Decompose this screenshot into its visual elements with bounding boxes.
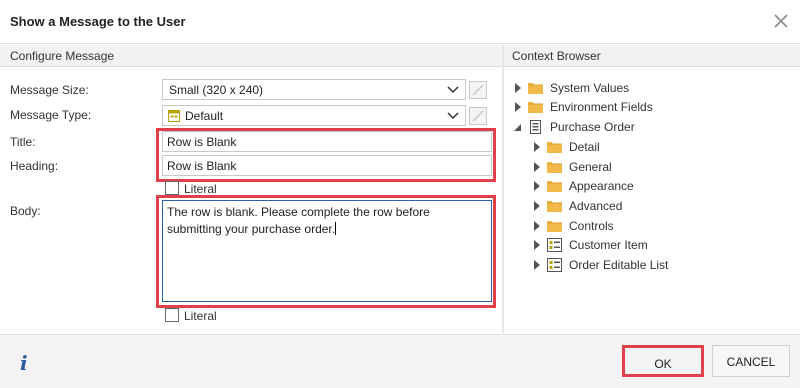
message-type-label: Message Type: [10,108,92,122]
text-caret [335,222,337,235]
form-icon [530,120,541,134]
message-type-edit-button[interactable] [469,107,487,125]
expand-arrow-icon[interactable] [533,260,541,270]
message-type-value: Default [185,109,224,123]
body-literal-checkbox[interactable] [165,308,179,322]
close-icon[interactable] [772,12,790,30]
expand-arrow-icon[interactable] [533,181,541,191]
folder-icon [528,102,543,113]
tree-item-label: Environment Fields [550,100,653,114]
tree-item-label: Appearance [569,179,634,193]
pencil-icon [472,110,484,122]
title-input[interactable]: Row is Blank [162,131,492,152]
folder-icon [547,162,562,173]
tree-item-label: General [569,160,612,174]
tree-item-controls[interactable]: Controls [533,218,793,236]
tree-item-label: System Values [550,81,630,95]
body-textarea[interactable]: The row is blank. Please complete the ro… [162,200,492,302]
expand-arrow-icon[interactable] [514,83,522,93]
tree-item-environment-fields[interactable]: Environment Fields [514,99,794,117]
folder-icon [547,142,562,153]
heading-literal-checkbox[interactable] [165,181,179,195]
folder-icon [547,221,562,232]
tree-item-system-values[interactable]: System Values [514,80,794,98]
expand-arrow-icon[interactable] [533,221,541,231]
expand-arrow-icon[interactable] [533,142,541,152]
tree-item-customer-item[interactable]: Customer Item [533,237,793,255]
heading-input[interactable]: Row is Blank [162,155,492,176]
title-label: Title: [10,135,36,149]
cancel-button[interactable]: CANCEL [712,345,790,377]
message-type-select[interactable]: Default [162,105,466,126]
item-icon [547,258,562,272]
folder-icon [547,201,562,212]
folder-icon [547,181,562,192]
chevron-down-icon [447,112,459,120]
tree-item-label: Detail [569,140,600,154]
ok-button[interactable]: OK [622,345,704,377]
dialog-titlebar: Show a Message to the User [0,0,800,44]
heading-label: Heading: [10,159,59,173]
folder-icon [528,83,543,94]
context-browser-header: Context Browser [504,45,800,67]
message-type-icon [168,110,180,122]
message-size-select[interactable]: Small (320 x 240) [162,79,466,100]
panel-divider[interactable] [502,45,504,333]
message-size-edit-button[interactable] [469,81,487,99]
tree-item-detail[interactable]: Detail [533,139,793,157]
tree-item-order-editable-list[interactable]: Order Editable List [533,257,793,275]
heading-literal-label: Literal [184,182,217,196]
tree-item-label: Advanced [569,199,623,213]
tree-item-label: Purchase Order [550,120,635,134]
tree-item-general[interactable]: General [533,159,793,177]
collapse-arrow-icon[interactable] [514,122,522,132]
configure-message-header: Configure Message [0,45,502,67]
tree-item-label: Controls [569,219,614,233]
pencil-icon [472,84,484,96]
body-label: Body: [10,204,41,218]
info-icon[interactable]: i [20,351,28,375]
expand-arrow-icon[interactable] [533,240,541,250]
chevron-down-icon [447,86,459,94]
expand-arrow-icon[interactable] [514,102,522,112]
message-size-value: Small (320 x 240) [169,83,264,97]
body-text: The row is blank. Please complete the ro… [167,205,434,236]
tree-item-purchase-order[interactable]: Purchase Order [514,119,794,137]
tree-item-label: Order Editable List [569,258,669,272]
tree-item-appearance[interactable]: Appearance [533,178,793,196]
body-literal-label: Literal [184,309,217,323]
item-icon [547,238,562,252]
expand-arrow-icon[interactable] [533,162,541,172]
expand-arrow-icon[interactable] [533,201,541,211]
dialog-title: Show a Message to the User [10,14,186,29]
tree-item-label: Customer Item [569,238,648,252]
tree-item-advanced[interactable]: Advanced [533,198,793,216]
dialog-footer: i OK CANCEL [0,334,800,388]
message-size-label: Message Size: [10,83,89,97]
